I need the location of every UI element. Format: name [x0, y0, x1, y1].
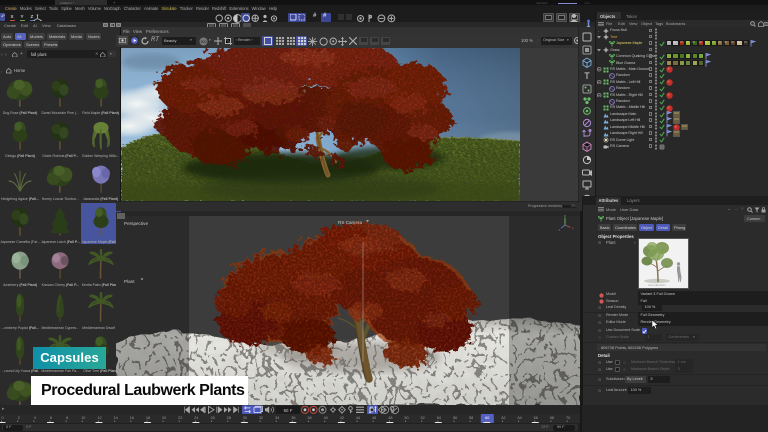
- svg-text:34: 34: [275, 416, 279, 420]
- svg-text:Plant: Plant: [124, 279, 135, 284]
- svg-text:605 cm / frame 1405: 605 cm / frame 1405: [521, 396, 554, 400]
- svg-text:24: 24: [194, 416, 198, 420]
- svg-text:70: 70: [566, 416, 570, 420]
- svg-text:18: 18: [146, 416, 150, 420]
- svg-text:52: 52: [421, 416, 425, 420]
- svg-text:30: 30: [243, 416, 247, 420]
- svg-text:z: z: [558, 228, 560, 232]
- svg-text:56: 56: [453, 416, 457, 420]
- svg-text:42: 42: [340, 416, 344, 420]
- svg-text:46: 46: [372, 416, 376, 420]
- svg-text:14: 14: [114, 416, 118, 420]
- svg-text:RS Camera: RS Camera: [338, 220, 362, 225]
- svg-text:66: 66: [534, 416, 538, 420]
- svg-text:22: 22: [178, 416, 182, 420]
- svg-text:500: 500: [201, 40, 207, 44]
- svg-text:50: 50: [404, 416, 408, 420]
- svg-text:Acer palmatum: Acer palmatum: [648, 283, 665, 287]
- svg-text:54: 54: [437, 416, 441, 420]
- svg-text:60: 60: [485, 416, 489, 420]
- svg-text:12: 12: [97, 416, 101, 420]
- svg-text:60 F: 60 F: [284, 408, 293, 413]
- svg-text:2: 2: [18, 416, 20, 420]
- svg-text:36: 36: [291, 416, 295, 420]
- svg-text:16: 16: [130, 416, 134, 420]
- svg-text:38: 38: [307, 416, 311, 420]
- svg-text:44: 44: [356, 416, 360, 420]
- svg-text:x: x: [572, 226, 574, 230]
- svg-text:32: 32: [259, 416, 263, 420]
- svg-text:28: 28: [227, 416, 231, 420]
- svg-text:58: 58: [469, 416, 473, 420]
- svg-text:10: 10: [81, 416, 85, 420]
- svg-text:26: 26: [210, 416, 214, 420]
- svg-text:64: 64: [518, 416, 522, 420]
- svg-text:8: 8: [66, 416, 68, 420]
- svg-text:6: 6: [50, 416, 52, 420]
- svg-text:62: 62: [501, 416, 505, 420]
- svg-text:68: 68: [550, 416, 554, 420]
- svg-text:0: 0: [1, 416, 3, 420]
- svg-text:y: y: [564, 214, 566, 218]
- svg-text:Perspective: Perspective: [124, 221, 148, 226]
- svg-text:20: 20: [162, 416, 166, 420]
- svg-text:40: 40: [324, 416, 328, 420]
- svg-text:48: 48: [388, 416, 392, 420]
- svg-text:4: 4: [34, 416, 36, 420]
- svg-text:T: T: [584, 71, 590, 81]
